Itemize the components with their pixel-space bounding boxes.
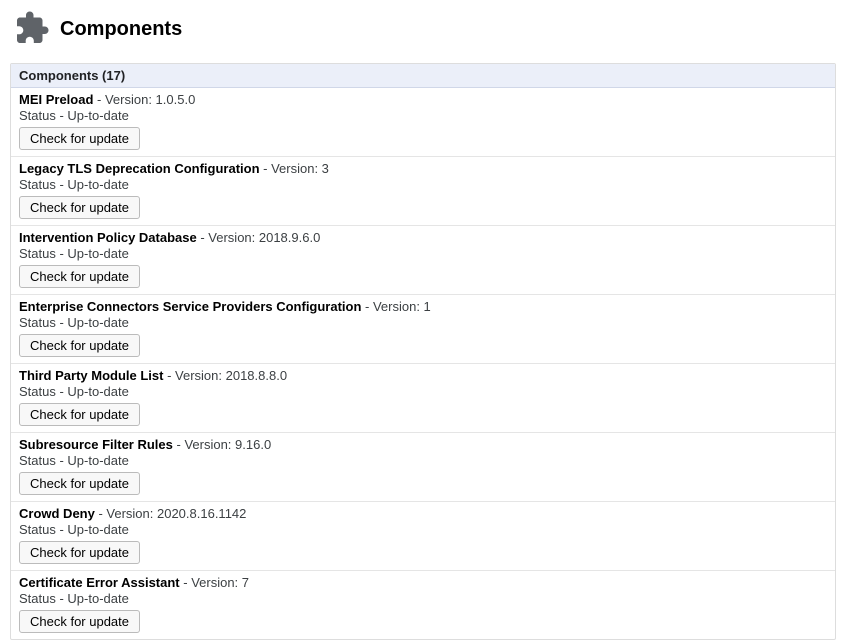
components-section: Components (17) MEI Preload - Version: 1… <box>10 63 836 640</box>
component-title-line: Crowd Deny - Version: 2020.8.16.1142 <box>19 506 827 521</box>
component-title-line: Third Party Module List - Version: 2018.… <box>19 368 827 383</box>
component-version: - Version: 2018.8.8.0 <box>163 368 287 383</box>
section-header: Components (17) <box>11 64 835 88</box>
component-version: - Version: 1.0.5.0 <box>93 92 195 107</box>
component-title-line: MEI Preload - Version: 1.0.5.0 <box>19 92 827 107</box>
check-for-update-button[interactable]: Check for update <box>19 334 140 357</box>
component-status: Status - Up-to-date <box>19 384 827 399</box>
component-name: MEI Preload <box>19 92 93 107</box>
check-for-update-button[interactable]: Check for update <box>19 610 140 633</box>
component-row: Third Party Module List - Version: 2018.… <box>11 364 835 433</box>
component-row: Subresource Filter Rules - Version: 9.16… <box>11 433 835 502</box>
check-for-update-button[interactable]: Check for update <box>19 127 140 150</box>
component-title-line: Legacy TLS Deprecation Configuration - V… <box>19 161 827 176</box>
component-version: - Version: 3 <box>260 161 329 176</box>
component-name: Third Party Module List <box>19 368 163 383</box>
page-title: Components <box>60 18 182 41</box>
extension-icon <box>14 10 60 49</box>
component-version: - Version: 2018.9.6.0 <box>197 230 321 245</box>
component-row: Certificate Error Assistant - Version: 7… <box>11 571 835 639</box>
component-name: Enterprise Connectors Service Providers … <box>19 299 361 314</box>
component-status: Status - Up-to-date <box>19 453 827 468</box>
component-row: Enterprise Connectors Service Providers … <box>11 295 835 364</box>
component-version: - Version: 7 <box>180 575 249 590</box>
component-version: - Version: 1 <box>361 299 430 314</box>
component-row: Crowd Deny - Version: 2020.8.16.1142Stat… <box>11 502 835 571</box>
component-name: Crowd Deny <box>19 506 95 521</box>
component-row: Legacy TLS Deprecation Configuration - V… <box>11 157 835 226</box>
component-name: Certificate Error Assistant <box>19 575 180 590</box>
components-list: MEI Preload - Version: 1.0.5.0Status - U… <box>11 88 835 639</box>
component-name: Intervention Policy Database <box>19 230 197 245</box>
component-status: Status - Up-to-date <box>19 177 827 192</box>
component-status: Status - Up-to-date <box>19 246 827 261</box>
check-for-update-button[interactable]: Check for update <box>19 403 140 426</box>
component-version: - Version: 2020.8.16.1142 <box>95 506 247 521</box>
component-title-line: Enterprise Connectors Service Providers … <box>19 299 827 314</box>
component-name: Subresource Filter Rules <box>19 437 173 452</box>
component-status: Status - Up-to-date <box>19 315 827 330</box>
check-for-update-button[interactable]: Check for update <box>19 541 140 564</box>
component-name: Legacy TLS Deprecation Configuration <box>19 161 260 176</box>
check-for-update-button[interactable]: Check for update <box>19 265 140 288</box>
component-status: Status - Up-to-date <box>19 108 827 123</box>
component-row: Intervention Policy Database - Version: … <box>11 226 835 295</box>
component-version: - Version: 9.16.0 <box>173 437 271 452</box>
component-status: Status - Up-to-date <box>19 522 827 537</box>
component-row: MEI Preload - Version: 1.0.5.0Status - U… <box>11 88 835 157</box>
component-title-line: Certificate Error Assistant - Version: 7 <box>19 575 827 590</box>
check-for-update-button[interactable]: Check for update <box>19 472 140 495</box>
page-header: Components <box>0 0 846 63</box>
component-title-line: Subresource Filter Rules - Version: 9.16… <box>19 437 827 452</box>
component-title-line: Intervention Policy Database - Version: … <box>19 230 827 245</box>
component-status: Status - Up-to-date <box>19 591 827 606</box>
check-for-update-button[interactable]: Check for update <box>19 196 140 219</box>
